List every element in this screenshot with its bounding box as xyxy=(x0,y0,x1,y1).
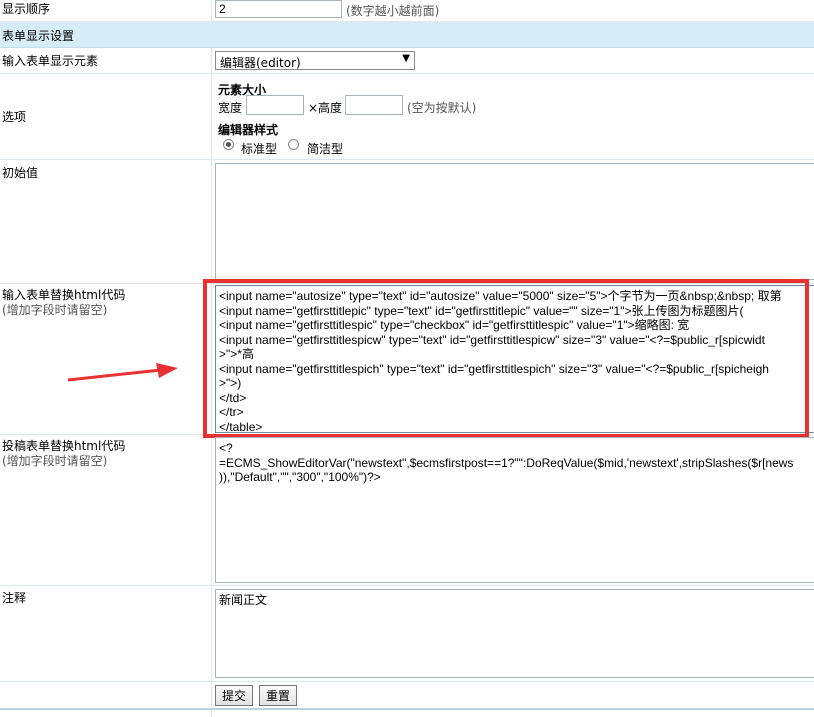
input-html-title: 输入表单替换html代码 xyxy=(2,288,126,302)
dropdown-arrow-icon: ▼ xyxy=(402,53,410,64)
style-simple-radio[interactable] xyxy=(288,139,299,150)
submit-html-code: <? =ECMS_ShowEditorVar("newstext",$ecmsf… xyxy=(219,441,794,484)
height-input[interactable] xyxy=(345,95,403,115)
height-label: ×高度 xyxy=(308,101,343,115)
width-label: 宽度 xyxy=(218,101,243,115)
display-order-hint: (数字越小越前面) xyxy=(346,4,440,18)
style-standard-label: 标准型 xyxy=(241,142,278,156)
pointer-arrow-icon xyxy=(67,363,178,382)
submit-html-label: 投稿表单替换html代码 (增加字段时请留空) xyxy=(2,439,125,469)
reset-button[interactable]: 重置 xyxy=(259,685,298,706)
submit-html-textarea[interactable]: <? =ECMS_ShowEditorVar("newstext",$ecmsf… xyxy=(215,437,814,583)
style-standard-radio[interactable] xyxy=(223,139,234,150)
display-order-row: 显示顺序 (数字越小越前面) xyxy=(0,0,814,22)
submit-html-title: 投稿表单替换html代码 xyxy=(2,439,126,453)
input-html-code: <input name="autosize" type="text" id="a… xyxy=(219,289,782,433)
section-title: 表单显示设置 xyxy=(2,29,75,43)
element-type-selected: 编辑器(editor) xyxy=(220,56,301,70)
buttons-row xyxy=(0,682,814,710)
options-label: 选项 xyxy=(2,110,27,124)
style-simple-label: 简洁型 xyxy=(307,142,344,156)
input-html-textarea[interactable]: <input name="autosize" type="text" id="a… xyxy=(215,285,814,433)
element-type-select[interactable]: 编辑器(editor) ▼ xyxy=(215,51,415,70)
editor-style-title: 编辑器样式 xyxy=(218,123,279,137)
section-header: 表单显示设置 xyxy=(0,22,814,48)
initial-value-textarea[interactable] xyxy=(215,163,814,280)
input-element-label: 输入表单显示元素 xyxy=(2,54,99,68)
note-label: 注释 xyxy=(2,591,27,605)
options-row: 选项 xyxy=(0,74,814,160)
display-order-label: 显示顺序 xyxy=(2,2,51,16)
size-hint: (空为按默认) xyxy=(407,101,477,115)
initial-value-label: 初始值 xyxy=(2,166,39,180)
note-text: 新闻正文 xyxy=(219,593,268,607)
note-textarea[interactable]: 新闻正文 xyxy=(215,589,814,678)
submit-html-sub: (增加字段时请留空) xyxy=(2,454,108,468)
submit-button[interactable]: 提交 xyxy=(215,685,254,706)
width-input[interactable] xyxy=(246,95,304,115)
input-html-label: 输入表单替换html代码 (增加字段时请留空) xyxy=(2,288,125,318)
initial-value-text xyxy=(216,164,814,170)
display-order-input[interactable] xyxy=(215,0,342,18)
input-html-sub: (增加字段时请留空) xyxy=(2,303,108,317)
